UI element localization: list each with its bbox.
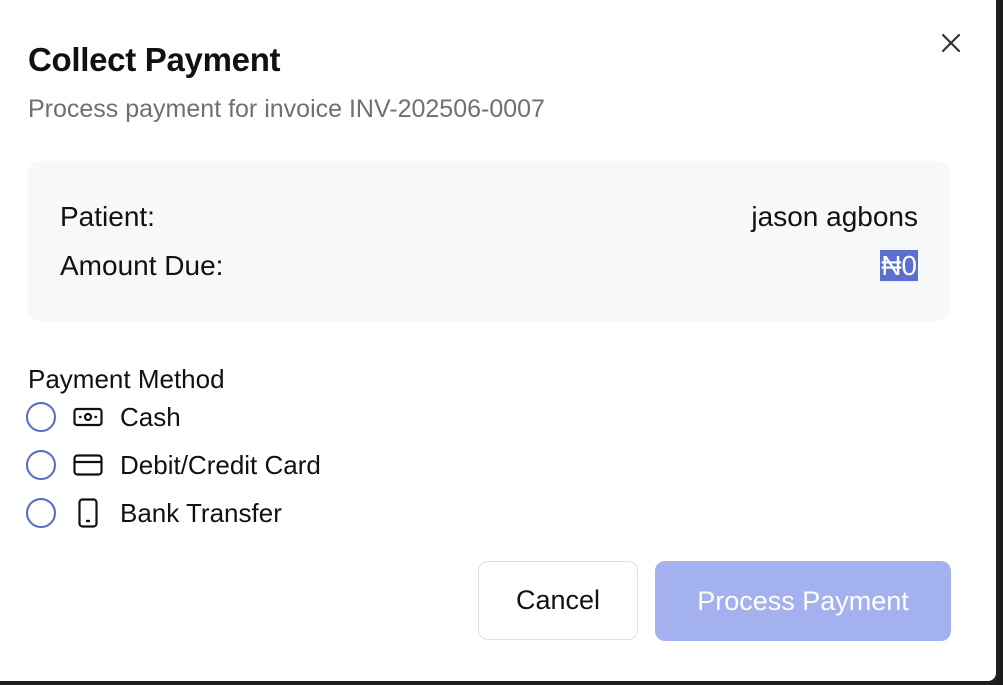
invoice-summary: Patient: jason agbons Amount Due: ₦0 (28, 161, 950, 321)
close-button[interactable] (934, 26, 968, 60)
payment-option-cash[interactable]: Cash (26, 399, 181, 435)
patient-value: jason agbons (751, 201, 918, 232)
collect-payment-dialog: Collect Payment Process payment for invo… (0, 0, 1000, 685)
dialog-title: Collect Payment (28, 41, 281, 78)
banknote-icon (72, 401, 104, 433)
payment-option-label: Cash (120, 402, 181, 432)
credit-card-icon (72, 449, 104, 481)
close-icon (941, 33, 961, 53)
radio-button[interactable] (26, 498, 56, 528)
payment-option-bank-transfer[interactable]: Bank Transfer (26, 495, 282, 531)
dialog-subtitle: Process payment for invoice INV-202506-0… (28, 95, 545, 123)
payment-option-label: Debit/Credit Card (120, 450, 321, 480)
process-payment-button[interactable]: Process Payment (655, 561, 951, 641)
payment-option-label: Bank Transfer (120, 498, 282, 528)
smartphone-icon (72, 497, 104, 529)
cancel-button[interactable]: Cancel (478, 561, 638, 640)
radio-button[interactable] (26, 450, 56, 480)
amount-due-value-wrap: ₦0 (880, 248, 918, 284)
radio-button[interactable] (26, 402, 56, 432)
amount-due-label: Amount Due: (60, 250, 224, 281)
payment-method-label: Payment Method (28, 364, 225, 394)
amount-due-value: ₦0 (880, 250, 918, 281)
patient-label: Patient: (60, 201, 155, 232)
payment-option-card[interactable]: Debit/Credit Card (26, 447, 321, 483)
